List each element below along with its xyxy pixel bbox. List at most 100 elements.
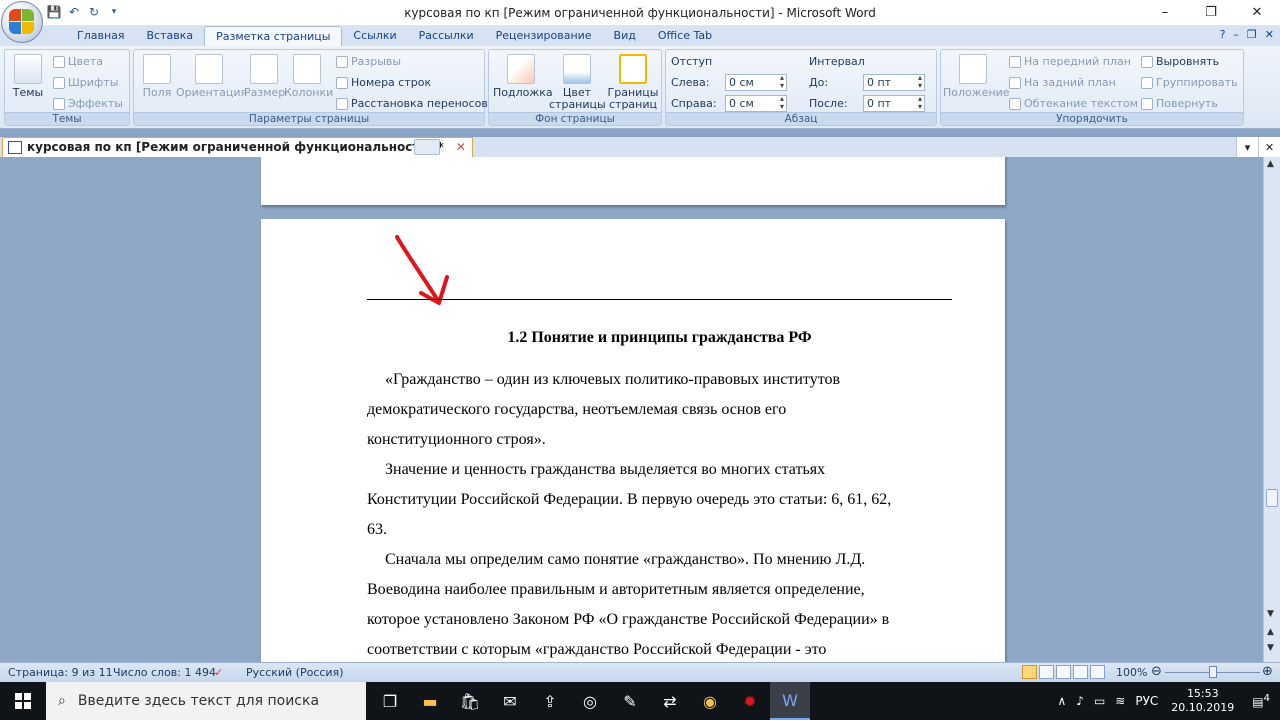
send-back-button[interactable]: На задний план	[1009, 76, 1116, 89]
print-layout-view-icon[interactable]	[1022, 665, 1037, 679]
ribbon-tab[interactable]: Вид	[603, 26, 647, 46]
hyphenation-label: Расстановка переносов	[351, 97, 488, 110]
show-hidden-icons-icon[interactable]: ∧	[1052, 694, 1071, 708]
document-line: Сначала мы определим само понятие «гражд…	[385, 551, 866, 568]
ribbon-tab[interactable]: Office Tab	[647, 26, 723, 46]
restore-ribbon-icon[interactable]: ❐	[1247, 28, 1257, 41]
orientation-button[interactable]: Ориентация	[176, 54, 247, 99]
web-layout-view-icon[interactable]	[1056, 665, 1071, 679]
wifi-icon[interactable]: ≋	[1110, 694, 1130, 708]
align-button[interactable]: Выровнять	[1141, 55, 1219, 68]
spelling-check-icon[interactable]: ✓	[214, 666, 223, 679]
teamviewer-icon[interactable]: ⇄	[650, 682, 690, 720]
ribbon-tab[interactable]: Рецензирование	[485, 26, 603, 46]
game-app-icon[interactable]: ✹	[730, 682, 770, 720]
columns-button[interactable]: Колонки	[284, 54, 333, 99]
document-area[interactable]: 1.2 Понятие и принципы гражданства РФ «Г…	[0, 157, 1263, 662]
page-count[interactable]: Страница: 9 из 11	[8, 666, 113, 679]
new-tab-button[interactable]	[414, 139, 440, 155]
minimize-button[interactable]: –	[1142, 0, 1188, 24]
tab-list-icon[interactable]: ▾	[1236, 137, 1258, 157]
ribbon-tab[interactable]: Главная	[66, 26, 136, 46]
spacing-after-input[interactable]: 0 пт	[863, 95, 925, 112]
zoom-out-icon[interactable]: ⊖	[1151, 664, 1162, 679]
text-wrap-button[interactable]: Обтекание текстом	[1009, 97, 1138, 110]
breaks-button[interactable]: Разрывы	[336, 55, 401, 68]
position-button[interactable]: Положение	[943, 54, 1010, 99]
ribbon-tab[interactable]: Рассылки	[408, 26, 485, 46]
document-tab[interactable]: курсовая по кп [Режим ограниченной функц…	[2, 137, 473, 157]
watermark-button[interactable]: Подложка	[493, 54, 553, 99]
input-language[interactable]: РУС	[1130, 694, 1163, 708]
word-app-icon[interactable]: W	[770, 682, 810, 720]
outline-view-icon[interactable]	[1073, 665, 1088, 679]
group-button[interactable]: Группировать	[1141, 76, 1238, 89]
language-indicator[interactable]: Русский (Россия)	[246, 666, 344, 679]
next-page-icon[interactable]: ▼	[1267, 643, 1274, 653]
zoom-level[interactable]: 100%	[1116, 666, 1147, 679]
theme-effects-button[interactable]: Эффекты	[53, 97, 123, 110]
zoom-slider-knob[interactable]	[1208, 666, 1217, 678]
word-count[interactable]: Число слов: 1 494	[113, 666, 216, 679]
scrollbar-thumb[interactable]	[1266, 489, 1278, 507]
draft-view-icon[interactable]	[1090, 665, 1105, 679]
ribbon-tab[interactable]: Вставка	[136, 26, 205, 46]
margins-icon	[143, 54, 171, 84]
position-label: Положение	[943, 86, 1010, 99]
hyphenation-button[interactable]: Расстановка переносов	[336, 97, 488, 110]
theme-fonts-button[interactable]: Шрифты	[53, 76, 118, 89]
ribbon-tab[interactable]: Разметка страницы	[204, 26, 343, 46]
help-icon[interactable]: ?	[1220, 28, 1226, 41]
themes-button[interactable]: Темы	[11, 54, 45, 99]
document-line: конституционного строя».	[367, 431, 546, 448]
chrome-icon[interactable]: ◉	[690, 682, 730, 720]
tab-close-all-icon[interactable]: ✕	[1258, 137, 1280, 157]
fonts-icon	[53, 76, 65, 89]
store-icon[interactable]: 🛍	[450, 682, 490, 720]
office-button[interactable]	[1, 1, 43, 43]
ribbon-tab[interactable]: Ссылки	[342, 26, 407, 46]
indent-right-input[interactable]: 0 см	[725, 95, 787, 112]
position-icon	[959, 54, 987, 84]
full-screen-reading-view-icon[interactable]	[1039, 665, 1054, 679]
previous-page-icon[interactable]: ▲	[1267, 627, 1274, 637]
taskbar-search-box[interactable]: ⌕ Введите здесь текст для поиска	[46, 682, 366, 720]
paragraph-group-label: Абзац	[666, 112, 936, 125]
scroll-down-icon[interactable]: ▼	[1267, 609, 1274, 619]
network-app-icon[interactable]: ⇪	[530, 682, 570, 720]
close-document-icon[interactable]: ✕	[1265, 28, 1274, 41]
page-borders-button[interactable]: Границы страниц	[605, 54, 661, 111]
file-explorer-icon[interactable]: ▬	[410, 682, 450, 720]
mail-icon[interactable]: ✉	[490, 682, 530, 720]
spacing-before-field: До: 0 пт	[809, 74, 925, 91]
size-button[interactable]: Размер	[244, 54, 285, 99]
notifications-icon[interactable]: ▤4	[1242, 693, 1280, 709]
document-tab-close-icon[interactable]: ✕	[456, 140, 466, 154]
task-view-icon[interactable]: ❐	[370, 682, 410, 720]
indent-left-input[interactable]: 0 см	[725, 74, 787, 91]
zoom-in-icon[interactable]: ⊕	[1262, 664, 1273, 679]
theme-colors-button[interactable]: Цвета	[53, 55, 103, 68]
line-numbers-button[interactable]: Номера строк	[336, 76, 431, 89]
breaks-icon	[336, 55, 348, 68]
volume-icon[interactable]: ♪	[1071, 694, 1089, 708]
spacing-before-input[interactable]: 0 пт	[863, 74, 925, 91]
steam-icon[interactable]: ◎	[570, 682, 610, 720]
rotate-button[interactable]: Повернуть	[1141, 97, 1218, 110]
margins-button[interactable]: Поля	[140, 54, 174, 99]
current-page[interactable]: 1.2 Понятие и принципы гражданства РФ «Г…	[261, 219, 1005, 662]
minimize-ribbon-icon[interactable]: –	[1233, 28, 1239, 41]
spacing-before-label: До:	[809, 76, 829, 89]
vertical-scrollbar[interactable]: ▲ ▼ ▲ ▼	[1263, 157, 1280, 662]
zoom-slider[interactable]	[1165, 666, 1260, 678]
bring-front-button[interactable]: На передний план	[1009, 55, 1131, 68]
maximize-button[interactable]: ❐	[1188, 0, 1234, 24]
page-color-button[interactable]: Цвет страницы	[549, 54, 606, 111]
battery-icon[interactable]: ▭	[1089, 694, 1110, 708]
start-button[interactable]	[0, 682, 46, 720]
clock[interactable]: 15:53 20.10.2019	[1163, 687, 1242, 715]
scroll-up-icon[interactable]: ▲	[1267, 159, 1274, 169]
arrange-group-label: Упорядочить	[941, 112, 1243, 125]
close-button[interactable]: ✕	[1234, 0, 1280, 24]
paint-icon[interactable]: ✎	[610, 682, 650, 720]
